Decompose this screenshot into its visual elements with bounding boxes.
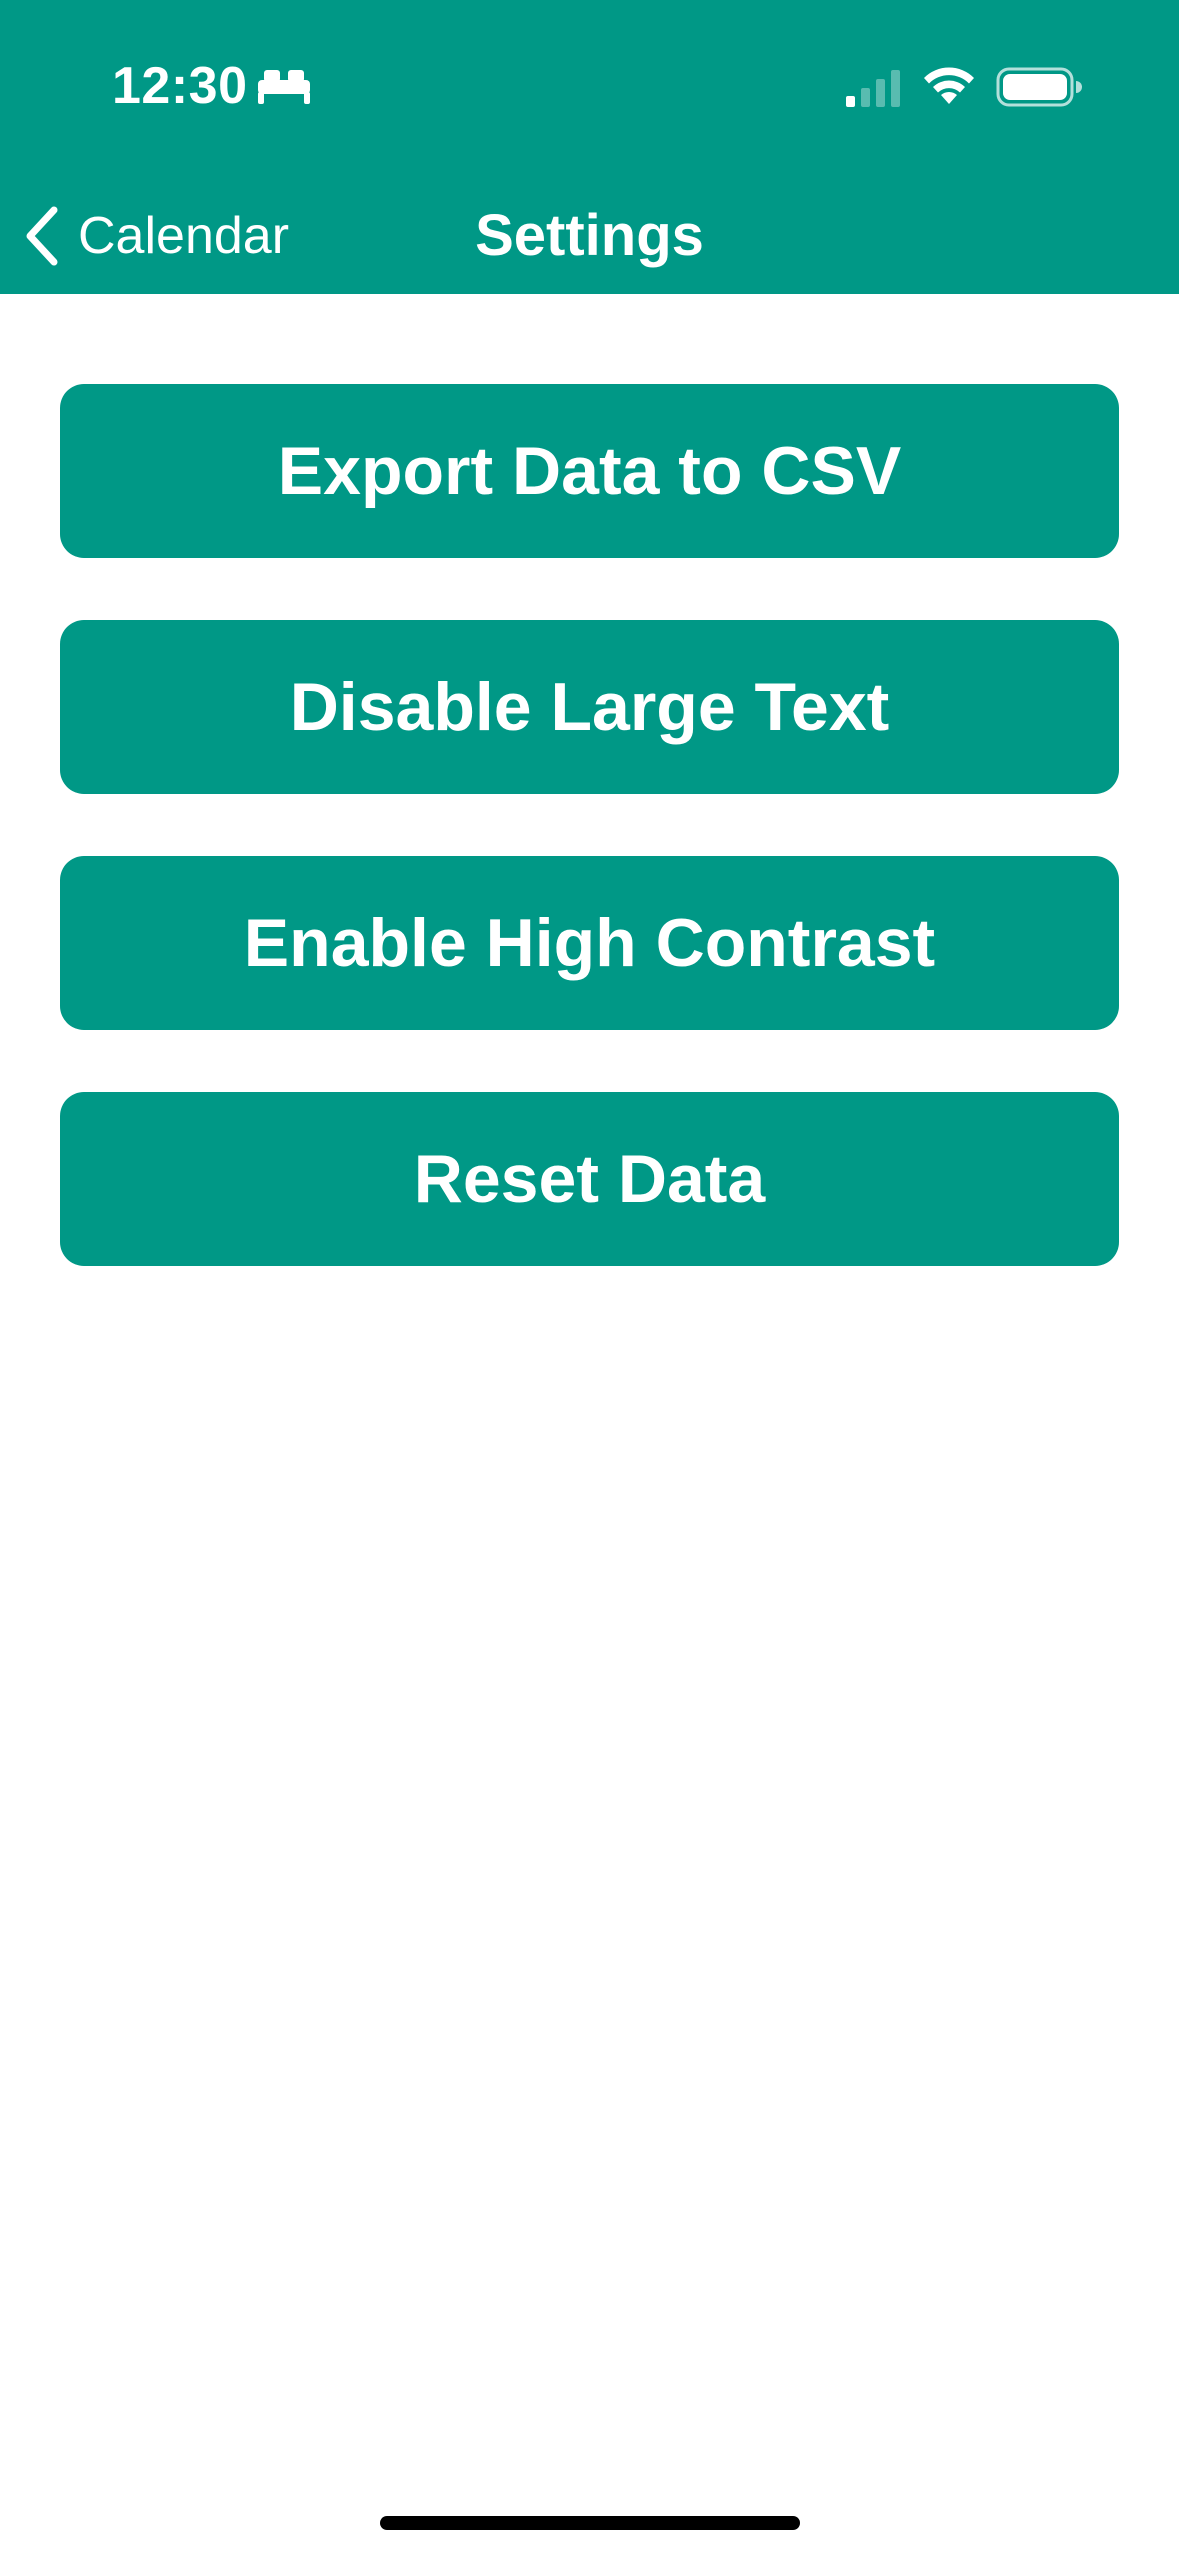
status-time: 12:30 xyxy=(112,57,248,115)
bed-icon xyxy=(258,70,310,104)
battery-icon xyxy=(996,67,1082,107)
wifi-icon xyxy=(924,67,974,104)
cellular-signal-icon xyxy=(846,70,900,107)
back-button[interactable]: Calendar xyxy=(20,196,289,276)
enable-high-contrast-button[interactable]: Enable High Contrast xyxy=(60,856,1119,1030)
navigation-header: 12:30 Calendar Settings xyxy=(0,0,1179,294)
back-button-label: Calendar xyxy=(78,207,290,265)
settings-actions: Export Data to CSV Disable Large Text En… xyxy=(60,384,1119,1328)
disable-large-text-button[interactable]: Disable Large Text xyxy=(60,620,1119,794)
home-indicator[interactable] xyxy=(380,2516,800,2530)
chevron-left-icon xyxy=(26,206,58,266)
reset-data-button[interactable]: Reset Data xyxy=(60,1092,1119,1266)
settings-screen: 12:30 Calendar Settings Export Data to C… xyxy=(0,0,1179,2556)
export-csv-button[interactable]: Export Data to CSV xyxy=(60,384,1119,558)
